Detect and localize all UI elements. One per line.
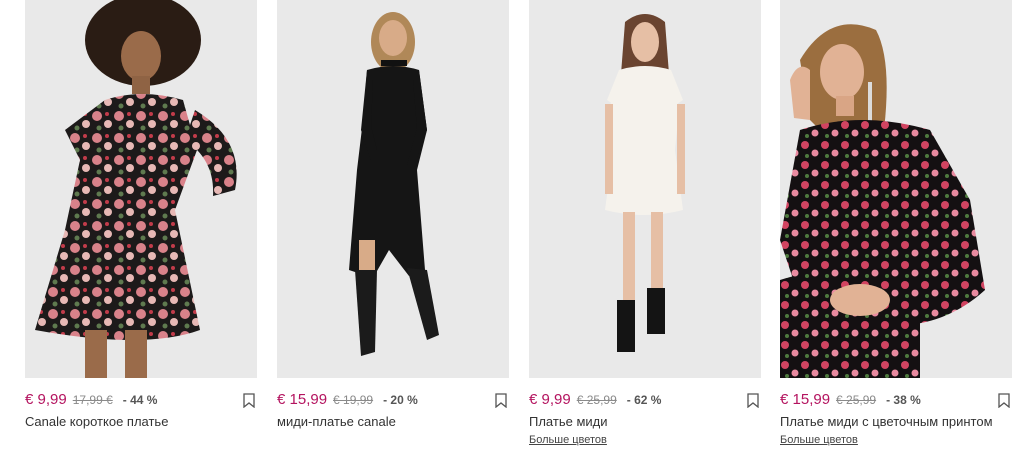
product-card[interactable]: € 15,99 € 19,99 - 20 % миди-платье canal… [277,0,509,452]
product-image[interactable] [780,0,1012,378]
current-price: € 15,99 [277,391,328,408]
discount-badge: - 44 % [122,393,158,407]
price-row: € 9,99 € 25,99 - 62 % [529,391,761,411]
bookmark-icon[interactable] [747,393,759,408]
price-row: € 9,99 17,99 € - 44 % [25,391,257,411]
old-price: € 19,99 [333,393,374,407]
price-row: € 15,99 € 19,99 - 20 % [277,391,509,411]
product-image[interactable] [529,0,761,378]
price-row: € 15,99 € 25,99 - 38 % [780,391,1012,411]
product-name[interactable]: Платье миди с цветочным принтом [780,414,993,429]
product-name[interactable]: миди-платье canale [277,414,396,429]
product-image[interactable] [25,0,257,378]
bookmark-icon[interactable] [495,393,507,408]
discount-badge: - 20 % [383,393,418,407]
product-name[interactable]: Canale короткое платье [25,414,168,429]
product-grid: € 9,99 17,99 € - 44 % Canale короткое пл… [0,0,1025,452]
current-price: € 15,99 [780,391,831,408]
more-colors-link[interactable]: Больше цветов [529,434,607,446]
bookmark-icon[interactable] [243,393,255,408]
old-price: 17,99 € [72,393,113,407]
product-card[interactable]: € 9,99 € 25,99 - 62 % Платье миди Больше… [529,0,761,452]
discount-badge: - 62 % [626,393,662,407]
old-price: € 25,99 [576,393,617,407]
discount-badge: - 38 % [886,393,921,407]
bookmark-icon[interactable] [998,393,1010,408]
old-price: € 25,99 [836,393,877,407]
product-name[interactable]: Платье миди [529,414,608,429]
product-card[interactable]: € 9,99 17,99 € - 44 % Canale короткое пл… [25,0,257,452]
current-price: € 9,99 [529,391,571,408]
current-price: € 9,99 [25,391,67,408]
product-card[interactable]: € 15,99 € 25,99 - 38 % Платье миди с цве… [780,0,1012,452]
product-image[interactable] [277,0,509,378]
more-colors-link[interactable]: Больше цветов [780,434,858,446]
